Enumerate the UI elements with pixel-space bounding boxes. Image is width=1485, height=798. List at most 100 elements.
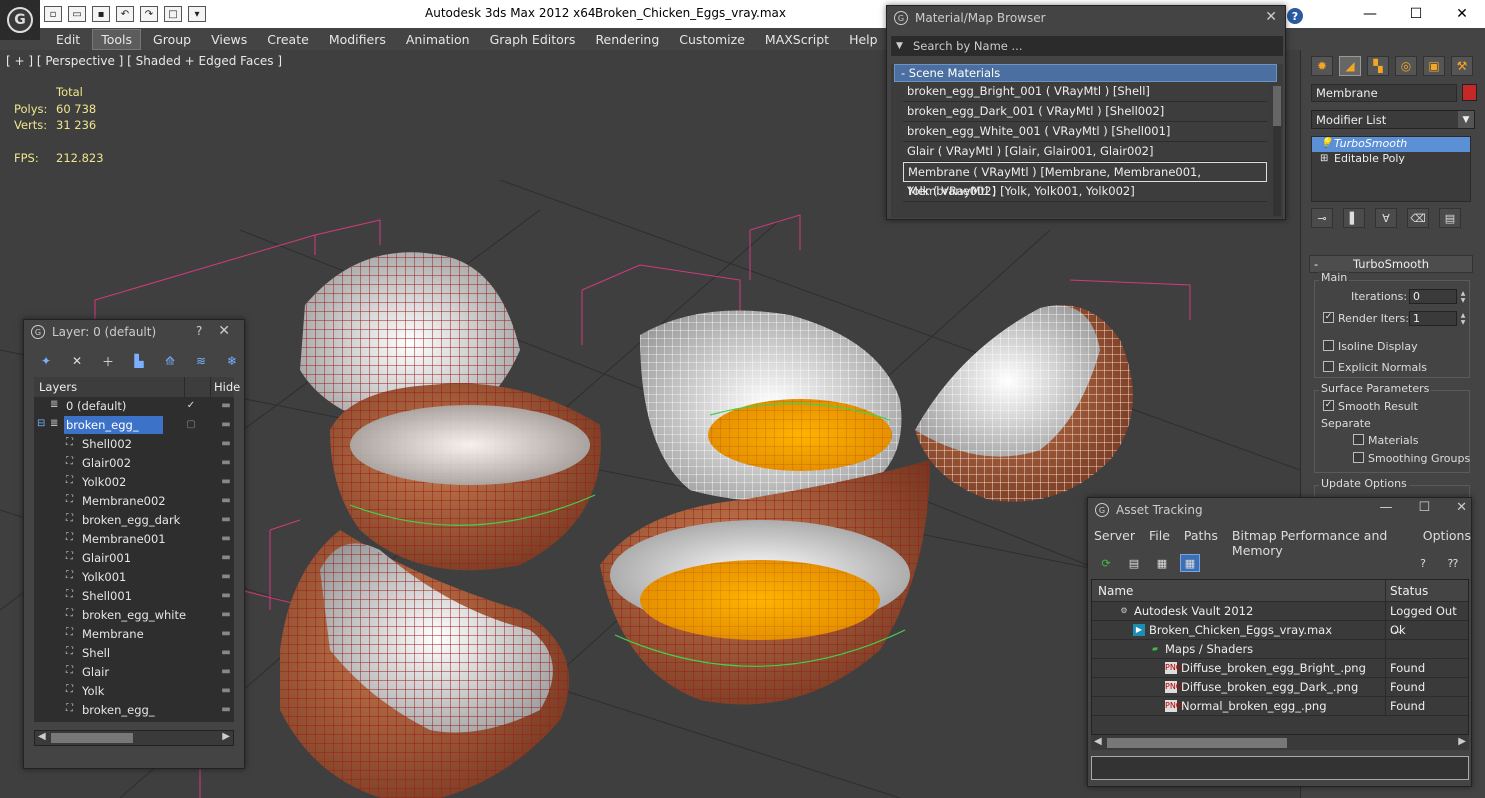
object-row[interactable]: ⛶ Glair001 ▬ [34,549,234,568]
hide-toggle[interactable]: ▬ [219,587,233,605]
menu-graph-editors[interactable]: Graph Editors [482,30,584,49]
object-row[interactable]: ⛶ Shell001 ▬ [34,587,234,606]
hide-column-header[interactable]: Hide [214,380,240,394]
select-in-layer-icon[interactable]: ▙ [129,352,149,370]
highlight-layer-icon[interactable]: ⟰ [160,352,180,370]
hide-toggle[interactable]: ▬ [219,416,233,434]
delete-layer-icon[interactable]: ✕ [67,352,87,370]
utilities-tab-icon[interactable]: ⚒ [1451,56,1473,76]
scroll-left-icon[interactable]: ◀ [38,731,46,742]
project-folder-icon[interactable]: □ [164,6,182,22]
separate-materials-checkbox[interactable] [1353,434,1364,445]
asset-row[interactable]: ▶ Broken_Chicken_Eggs_vray.max Ok [1092,621,1468,640]
object-row[interactable]: ⛶ Glair ▬ [34,663,234,682]
object-name-field[interactable]: Membrane [1311,84,1457,102]
display-tab-icon[interactable]: ▣ [1423,56,1445,76]
object-row[interactable]: ⛶ Membrane ▬ [34,625,234,644]
smooth-result-checkbox[interactable]: ✓ [1323,400,1334,411]
material-item[interactable]: broken_egg_Dark_001 ( VRayMtl ) [Shell00… [903,102,1267,122]
hide-toggle[interactable]: ▬ [219,625,233,643]
maximize-button[interactable]: ☐ [1393,0,1439,28]
help-icon[interactable]: ? [1287,8,1303,24]
scrollbar-thumb[interactable] [1273,86,1281,126]
hide-toggle[interactable]: ▬ [219,682,233,700]
object-row[interactable]: ⛶ Shell ▬ [34,644,234,663]
hide-toggle[interactable]: ▬ [219,644,233,662]
create-tab-icon[interactable]: ✹ [1311,56,1333,76]
add-to-layer-icon[interactable]: ＋ [98,352,118,370]
refresh-icon[interactable]: ⟳ [1096,554,1116,572]
save-file-icon[interactable]: ▪ [92,6,110,22]
scrollbar-thumb[interactable] [51,733,133,743]
scroll-left-icon[interactable]: ◀ [1094,736,1102,747]
stack-item-editable-poly[interactable]: ⊞ Editable Poly [1312,152,1470,167]
close-icon[interactable]: ✕ [1265,9,1277,25]
hide-toggle[interactable]: ▬ [219,397,233,415]
separate-smoothing-groups-checkbox[interactable] [1353,452,1364,463]
open-file-icon[interactable]: ▭ [68,6,86,22]
close-button[interactable]: ✕ [1439,0,1485,28]
menu-help[interactable]: Help [841,30,886,49]
name-column-header[interactable]: Name [1098,584,1133,598]
modifier-list-dropdown[interactable]: Modifier List ▼ [1311,110,1475,129]
tree-view-icon[interactable]: ▦ [1152,554,1172,572]
object-color-swatch[interactable] [1462,84,1477,101]
motion-tab-icon[interactable]: ◎ [1395,56,1417,76]
create-layer-icon[interactable]: ✦ [36,352,56,370]
hide-toggle[interactable]: ▬ [219,492,233,510]
minimize-button[interactable]: — [1379,500,1392,515]
object-row[interactable]: ⛶ broken_egg_white ▬ [34,606,234,625]
explicit-normals-checkbox[interactable] [1323,361,1334,372]
object-row[interactable]: ⛶ Yolk ▬ [34,682,234,701]
menu-maxscript[interactable]: MAXScript [757,30,837,49]
context-help-icon[interactable]: ⁇ [1443,554,1463,572]
menu-edit[interactable]: Edit [48,30,88,49]
menu-animation[interactable]: Animation [398,30,478,49]
current-layer-checkmark-icon[interactable]: ✓ [184,397,198,415]
menu-group[interactable]: Group [145,30,199,49]
menu-bitmap-performance[interactable]: Bitmap Performance and Memory [1232,528,1409,558]
object-row[interactable]: ⛶ Glair002 ▬ [34,454,234,473]
help-icon[interactable]: ? [1413,554,1433,572]
toolbar-dropdown-icon[interactable]: ▾ [188,6,206,22]
menu-tools[interactable]: Tools [92,28,142,50]
close-icon[interactable]: ✕ [218,323,230,339]
asset-row[interactable]: PNG Diffuse_broken_egg_Bright_.png Found [1092,659,1468,678]
iterations-spinner[interactable]: 0 ▲ ▼ [1409,289,1465,304]
horizontal-scrollbar[interactable]: ◀ ▶ [1091,734,1469,750]
asset-row[interactable]: PNG Normal_broken_egg_.png Found [1092,697,1468,716]
layer-row[interactable]: ≣ 0 (default) ✓ ▬ [34,397,234,416]
asset-row[interactable]: ⚙ Autodesk Vault 2012 Logged Out ... [1092,602,1468,636]
object-row[interactable]: ⛶ Membrane002 ▬ [34,492,234,511]
material-browser-titlebar[interactable]: G Material/Map Browser ✕ [887,6,1285,30]
scroll-right-icon[interactable]: ▶ [222,731,230,742]
horizontal-scrollbar[interactable]: ◀ ▶ [34,730,234,746]
scrollbar-thumb[interactable] [1107,738,1287,748]
help-icon[interactable]: ? [196,324,202,338]
hide-toggle[interactable]: ▬ [219,568,233,586]
asset-row[interactable]: ▰ Maps / Shaders [1092,640,1468,659]
lightbulb-icon[interactable]: 💡 [1320,138,1332,149]
new-scene-icon[interactable]: ▫ [44,6,62,22]
spinner-arrows-icon[interactable]: ▲ ▼ [1458,312,1468,327]
viewport-label[interactable]: [ + ] [ Perspective ] [ Shaded + Edged F… [6,54,282,68]
pin-stack-icon[interactable]: ⊸ [1311,208,1333,228]
isoline-display-checkbox[interactable] [1323,340,1334,351]
configure-sets-icon[interactable]: ▤ [1439,208,1461,228]
render-iters-checkbox[interactable]: ✓ [1323,312,1334,323]
table-view-icon[interactable]: ▦ [1180,554,1200,572]
collapse-icon[interactable]: ⊟ [37,418,49,430]
hide-toggle[interactable]: ▬ [219,701,233,719]
layer-window-titlebar[interactable]: G Layer: 0 (default) ? ✕ [24,320,244,344]
spinner-arrows-icon[interactable]: ▲ ▼ [1458,290,1468,305]
show-end-result-icon[interactable]: ▌ [1343,208,1365,228]
stack-item-turbosmooth[interactable]: 💡 TurboSmooth [1312,137,1470,152]
hide-toggle[interactable]: ▬ [219,530,233,548]
material-item[interactable]: broken_egg_Bright_001 ( VRayMtl ) [Shell… [903,82,1267,102]
undo-icon[interactable]: ↶ [116,6,134,22]
freeze-all-layers-icon[interactable]: ❄ [222,352,242,370]
set-current-layer-icon[interactable]: ▢ [184,416,198,434]
object-row[interactable]: ⛶ broken_egg_dark ▬ [34,511,234,530]
hide-toggle[interactable]: ▬ [219,663,233,681]
asset-path-field[interactable] [1091,756,1469,780]
